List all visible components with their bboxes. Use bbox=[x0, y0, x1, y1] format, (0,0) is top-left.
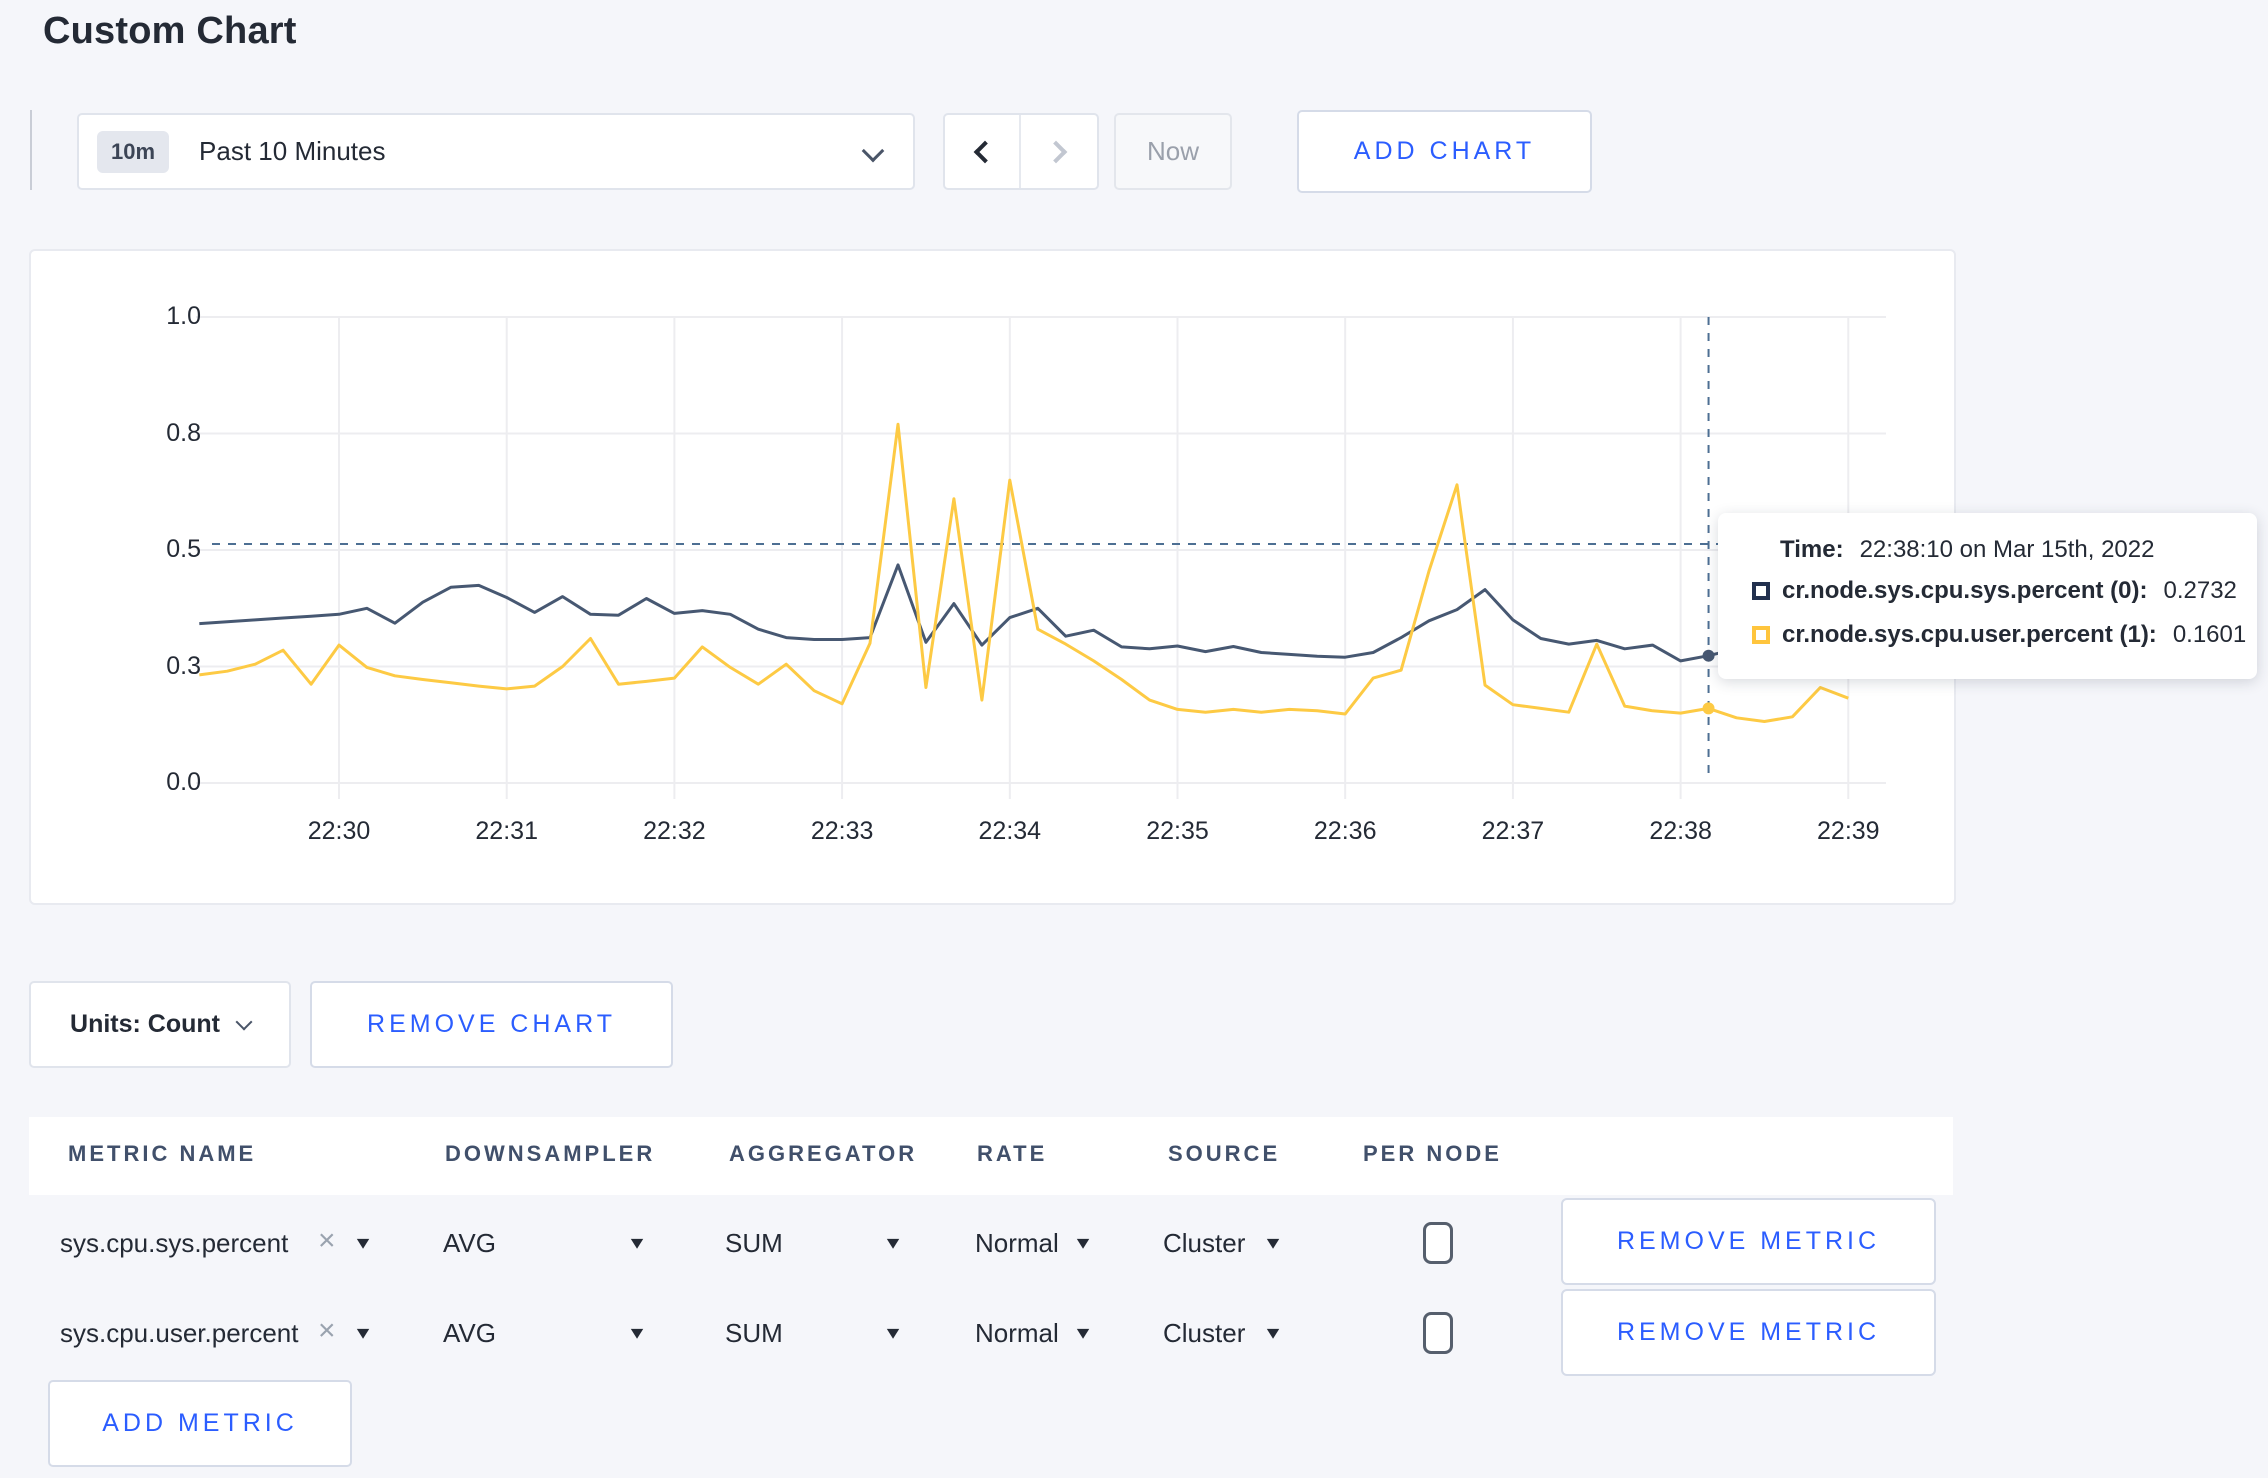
x-axis-tick: 22:38 bbox=[1649, 817, 1712, 845]
tooltip-series-value: 0.1601 bbox=[2172, 621, 2247, 648]
metric-name-value[interactable]: sys.cpu.user.percent bbox=[60, 1318, 298, 1349]
metric-name-value[interactable]: sys.cpu.sys.percent bbox=[60, 1228, 288, 1259]
chart-card[interactable]: 0.0 0.3 0.5 0.8 1.0 22:30 22:31 22:32 22:33 22:34… bbox=[29, 249, 1956, 905]
chevron-down-icon bbox=[235, 1013, 253, 1030]
downsampler-select[interactable]: AVG bbox=[443, 1228, 496, 1259]
toolbar-divider bbox=[30, 110, 32, 190]
col-header-per-node: PER NODE bbox=[1363, 1141, 1502, 1166]
y-axis-tick: 0.0 bbox=[166, 768, 201, 796]
tooltip-series-name: cr.node.sys.cpu.user.percent (1): bbox=[1782, 621, 2157, 648]
col-header-aggregator: AGGREGATOR bbox=[729, 1141, 918, 1166]
add-chart-button[interactable]: ADD CHART bbox=[1297, 110, 1592, 193]
now-button[interactable]: Now bbox=[1114, 113, 1232, 190]
x-axis-tick: 22:37 bbox=[1481, 817, 1545, 845]
tooltip-series-name: cr.node.sys.cpu.sys.percent (0): bbox=[1782, 577, 2148, 604]
close-icon[interactable]: × bbox=[318, 1224, 336, 1258]
caret-down-icon[interactable]: ▾ bbox=[1077, 1230, 1090, 1255]
remove-metric-button[interactable]: REMOVE METRIC bbox=[1561, 1198, 1936, 1285]
source-select[interactable]: Cluster bbox=[1163, 1318, 1245, 1349]
hover-point bbox=[1702, 649, 1715, 662]
rate-select[interactable]: Normal bbox=[975, 1228, 1059, 1259]
time-step-buttons bbox=[943, 113, 1099, 190]
chevron-down-icon bbox=[861, 139, 885, 163]
time-range-label: Past 10 Minutes bbox=[199, 136, 386, 166]
per-node-checkbox[interactable] bbox=[1423, 1312, 1453, 1354]
tooltip-series-value: 0.2732 bbox=[2163, 577, 2237, 604]
caret-down-icon[interactable]: ▾ bbox=[887, 1230, 900, 1255]
caret-down-icon[interactable]: ▾ bbox=[1267, 1230, 1280, 1255]
chevron-right-icon bbox=[1044, 140, 1068, 163]
chevron-left-icon bbox=[973, 140, 997, 163]
caret-down-icon[interactable]: ▾ bbox=[357, 1230, 370, 1255]
prev-range-button[interactable] bbox=[945, 115, 1021, 188]
x-axis-tick: 22:31 bbox=[475, 817, 538, 845]
metrics-table-header: METRIC NAME DOWNSAMPLER AGGREGATOR RATE … bbox=[29, 1117, 1953, 1195]
x-axis-tick: 22:36 bbox=[1313, 817, 1377, 845]
source-select[interactable]: Cluster bbox=[1163, 1228, 1245, 1259]
y-axis-tick: 0.3 bbox=[166, 651, 201, 680]
y-axis-tick: 1.0 bbox=[166, 302, 201, 330]
x-axis-tick: 22:33 bbox=[810, 817, 874, 845]
caret-down-icon[interactable]: ▾ bbox=[887, 1320, 900, 1345]
page-title: Custom Chart bbox=[43, 10, 297, 52]
chart-svg[interactable] bbox=[31, 251, 1954, 903]
downsampler-select[interactable]: AVG bbox=[443, 1318, 496, 1349]
x-axis-tick: 22:34 bbox=[978, 817, 1042, 845]
y-axis-tick: 0.5 bbox=[166, 535, 201, 563]
y-axis-tick: 0.8 bbox=[166, 418, 201, 447]
aggregator-select[interactable]: SUM bbox=[725, 1228, 783, 1259]
per-node-checkbox[interactable] bbox=[1423, 1222, 1453, 1264]
x-axis-tick: 22:39 bbox=[1817, 817, 1880, 845]
hover-point bbox=[1702, 702, 1715, 715]
add-metric-button[interactable]: ADD METRIC bbox=[48, 1380, 352, 1467]
caret-down-icon[interactable]: ▾ bbox=[1267, 1320, 1280, 1345]
next-range-button[interactable] bbox=[1021, 115, 1097, 188]
chart-hover-tooltip: Time: 22:38:10 on Mar 15th, 2022 cr.node… bbox=[1718, 513, 2257, 679]
series-line bbox=[199, 563, 1849, 663]
series-line bbox=[199, 422, 1849, 723]
caret-down-icon[interactable]: ▾ bbox=[1077, 1320, 1090, 1345]
x-axis-tick: 22:32 bbox=[643, 817, 706, 845]
x-axis-tick: 22:30 bbox=[307, 817, 371, 845]
remove-metric-button[interactable]: REMOVE METRIC bbox=[1561, 1289, 1936, 1376]
col-header-source: SOURCE bbox=[1168, 1141, 1281, 1166]
rate-select[interactable]: Normal bbox=[975, 1318, 1059, 1349]
tooltip-time-value: 22:38:10 on Mar 15th, 2022 bbox=[1859, 536, 2155, 563]
tooltip-time-label: Time: bbox=[1780, 536, 1844, 563]
caret-down-icon[interactable]: ▾ bbox=[631, 1230, 644, 1255]
time-range-select[interactable]: 10m Past 10 Minutes bbox=[77, 113, 915, 190]
units-select[interactable]: Units: Count bbox=[29, 981, 291, 1068]
caret-down-icon[interactable]: ▾ bbox=[631, 1320, 644, 1345]
remove-chart-button[interactable]: REMOVE CHART bbox=[310, 981, 673, 1068]
col-header-downsampler: DOWNSAMPLER bbox=[445, 1141, 656, 1166]
series-swatch-icon bbox=[1752, 626, 1770, 644]
caret-down-icon[interactable]: ▾ bbox=[357, 1320, 370, 1345]
aggregator-select[interactable]: SUM bbox=[725, 1318, 783, 1349]
series-swatch-icon bbox=[1752, 582, 1770, 600]
col-header-rate: RATE bbox=[977, 1141, 1048, 1166]
time-range-badge: 10m bbox=[97, 130, 170, 173]
units-select-label: Units: Count bbox=[70, 1010, 220, 1038]
close-icon[interactable]: × bbox=[318, 1314, 336, 1348]
x-axis-tick: 22:35 bbox=[1146, 817, 1209, 845]
col-header-metric-name: METRIC NAME bbox=[68, 1141, 257, 1166]
